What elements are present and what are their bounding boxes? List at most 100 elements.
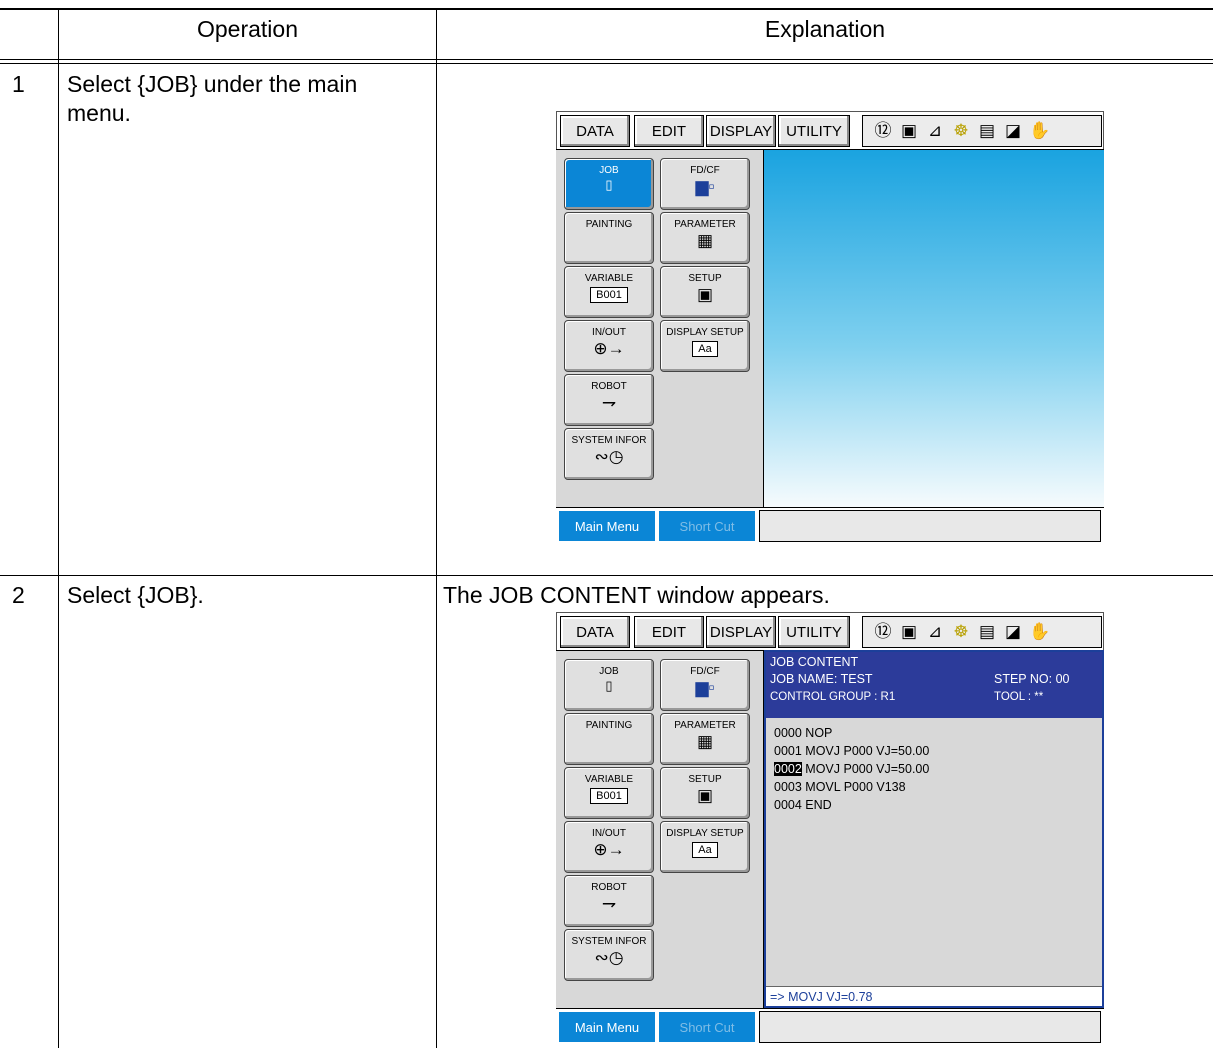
row-rule: [0, 575, 1213, 576]
hand-icon: ✋: [1029, 121, 1051, 140]
tool-icon: ☸: [953, 622, 969, 641]
parameter-icon: ▦: [696, 231, 714, 250]
row-2-explanation: The JOB CONTENT window appears.: [443, 582, 830, 608]
main-menu-button[interactable]: Main Menu: [559, 511, 655, 541]
step-icon: ◪: [1004, 622, 1022, 641]
job-content-title: JOB CONTENT: [770, 655, 859, 669]
instruction-input-line[interactable]: => MOVJ VJ=0.78: [766, 986, 1102, 1006]
robot-icon: ⑫: [874, 121, 892, 140]
robot-arm-icon: ⇁: [601, 894, 617, 913]
main-menu-panel: JOB ▯ PAINTING VARIABLE B001 IN/OUT ⊕→ R…: [556, 650, 764, 1008]
job-file-icon: ▯: [605, 177, 613, 192]
tile-robot[interactable]: ROBOT ⇁: [564, 875, 654, 927]
pendant-menubar: DATA EDIT DISPLAY UTILITY ⑫ ▣ ⊿ ☸ ▤ ◪ ✋: [556, 612, 1104, 650]
menu-utility[interactable]: UTILITY: [778, 616, 850, 648]
tile-painting[interactable]: PAINTING: [564, 713, 654, 765]
job-line[interactable]: 0001 MOVJ P000 VJ=50.00: [774, 742, 929, 760]
tile-system-info[interactable]: SYSTEM INFOR ∾◷: [564, 929, 654, 981]
job-line[interactable]: 0000 NOP: [774, 724, 929, 742]
sigma-icon: ▣: [900, 121, 918, 140]
tile-display-setup[interactable]: DISPLAY SETUP Aa: [660, 320, 750, 372]
floppy-icon: ▆▫: [695, 678, 715, 697]
header-rule-2: [0, 63, 1213, 64]
tile-robot[interactable]: ROBOT ⇁: [564, 374, 654, 426]
step-icon: ◪: [1004, 121, 1022, 140]
setup-icon: ▣: [696, 786, 714, 805]
coordinate-icon: ⊿: [927, 622, 943, 641]
tool-icon: ☸: [953, 121, 969, 140]
main-menu-button[interactable]: Main Menu: [559, 1012, 655, 1042]
floppy-icon: ▆▫: [695, 177, 715, 196]
pendant-screen-main-menu: DATA EDIT DISPLAY UTILITY ⑫ ▣ ⊿ ☸ ▤ ◪ ✋ …: [556, 111, 1104, 544]
line-cursor: 0002: [774, 762, 802, 776]
tile-painting[interactable]: PAINTING: [564, 212, 654, 264]
menu-edit[interactable]: EDIT: [634, 115, 704, 147]
message-area: [759, 510, 1101, 542]
job-line[interactable]: 0004 END: [774, 796, 929, 814]
parameter-icon: ▦: [696, 732, 714, 751]
col-rule-1: [58, 9, 59, 1048]
menu-display[interactable]: DISPLAY: [706, 616, 776, 648]
tile-system-info[interactable]: SYSTEM INFOR ∾◷: [564, 428, 654, 480]
sigma-icon: ▣: [900, 622, 918, 641]
robot-arm-icon: ⇁: [601, 393, 617, 412]
job-line-cursor[interactable]: 0002 MOVJ P000 VJ=50.00: [774, 760, 929, 778]
tile-job[interactable]: JOB ▯: [564, 659, 654, 711]
robot-icon: ⑫: [874, 622, 892, 641]
pendant-screen-job-content: DATA EDIT DISPLAY UTILITY ⑫ ▣ ⊿ ☸ ▤ ◪ ✋ …: [556, 612, 1104, 1045]
tile-variable[interactable]: VARIABLE B001: [564, 767, 654, 819]
tile-fd-cf[interactable]: FD/CF ▆▫: [660, 158, 750, 210]
memory-icon: ▤: [978, 121, 996, 140]
tile-in-out[interactable]: IN/OUT ⊕→: [564, 821, 654, 873]
tile-variable[interactable]: VARIABLE B001: [564, 266, 654, 318]
job-listing: 0000 NOP 0001 MOVJ P000 VJ=50.00 0002 MO…: [774, 724, 929, 814]
tile-display-setup[interactable]: DISPLAY SETUP Aa: [660, 821, 750, 873]
header-explanation: Explanation: [764, 16, 886, 42]
tile-fd-cf[interactable]: FD/CF ▆▫: [660, 659, 750, 711]
row-1-number: 1: [12, 71, 25, 97]
row-2-number: 2: [12, 582, 25, 608]
job-content-header: JOB CONTENT JOB NAME: TEST STEP NO: 00 C…: [766, 652, 1102, 718]
tile-in-out[interactable]: IN/OUT ⊕→: [564, 320, 654, 372]
menu-utility[interactable]: UTILITY: [778, 115, 850, 147]
main-menu-panel: JOB ▯ PAINTING VARIABLE B001 IN/OUT ⊕→ R…: [556, 149, 764, 507]
in-out-icon: ⊕→: [593, 339, 625, 358]
header-rule-1: [0, 59, 1213, 60]
job-file-icon: ▯: [605, 678, 613, 693]
pendant-bottom-bar: Main Menu Short Cut: [556, 1008, 1104, 1045]
tile-setup[interactable]: SETUP ▣: [660, 767, 750, 819]
display-setup-aa: Aa: [692, 341, 718, 357]
content-area-blank: [764, 149, 1104, 507]
coordinate-icon: ⊿: [927, 121, 943, 140]
setup-icon: ▣: [696, 285, 714, 304]
menu-data[interactable]: DATA: [560, 616, 630, 648]
system-info-icon: ∾◷: [594, 447, 624, 466]
tile-job[interactable]: JOB ▯: [564, 158, 654, 210]
job-content-window: JOB CONTENT JOB NAME: TEST STEP NO: 00 C…: [764, 650, 1104, 1008]
menu-data[interactable]: DATA: [560, 115, 630, 147]
menu-edit[interactable]: EDIT: [634, 616, 704, 648]
col-rule-2: [436, 9, 437, 1048]
tile-parameter[interactable]: PARAMETER ▦: [660, 713, 750, 765]
short-cut-button[interactable]: Short Cut: [659, 1012, 755, 1042]
pendant-bottom-bar: Main Menu Short Cut: [556, 507, 1104, 544]
pendant-menubar: DATA EDIT DISPLAY UTILITY ⑫ ▣ ⊿ ☸ ▤ ◪ ✋: [556, 111, 1104, 149]
memory-icon: ▤: [978, 622, 996, 641]
job-name: JOB NAME: TEST: [770, 672, 873, 686]
row-1-operation: Select {JOB} under the main menu.: [67, 71, 358, 126]
system-info-icon: ∾◷: [594, 948, 624, 967]
menu-display[interactable]: DISPLAY: [706, 115, 776, 147]
hand-icon: ✋: [1029, 622, 1051, 641]
tile-parameter[interactable]: PARAMETER ▦: [660, 212, 750, 264]
status-icon-bar: ⑫ ▣ ⊿ ☸ ▤ ◪ ✋: [862, 115, 1102, 147]
job-line[interactable]: 0003 MOVL P000 V138: [774, 778, 929, 796]
tile-setup[interactable]: SETUP ▣: [660, 266, 750, 318]
status-icon-bar: ⑫ ▣ ⊿ ☸ ▤ ◪ ✋: [862, 616, 1102, 648]
table-top-rule: [0, 8, 1213, 10]
row-2-operation: Select {JOB}.: [67, 582, 204, 608]
short-cut-button[interactable]: Short Cut: [659, 511, 755, 541]
display-setup-aa: Aa: [692, 842, 718, 858]
tool-number: TOOL : **: [994, 691, 1044, 703]
control-group: CONTROL GROUP : R1: [770, 691, 896, 703]
in-out-icon: ⊕→: [593, 840, 625, 859]
